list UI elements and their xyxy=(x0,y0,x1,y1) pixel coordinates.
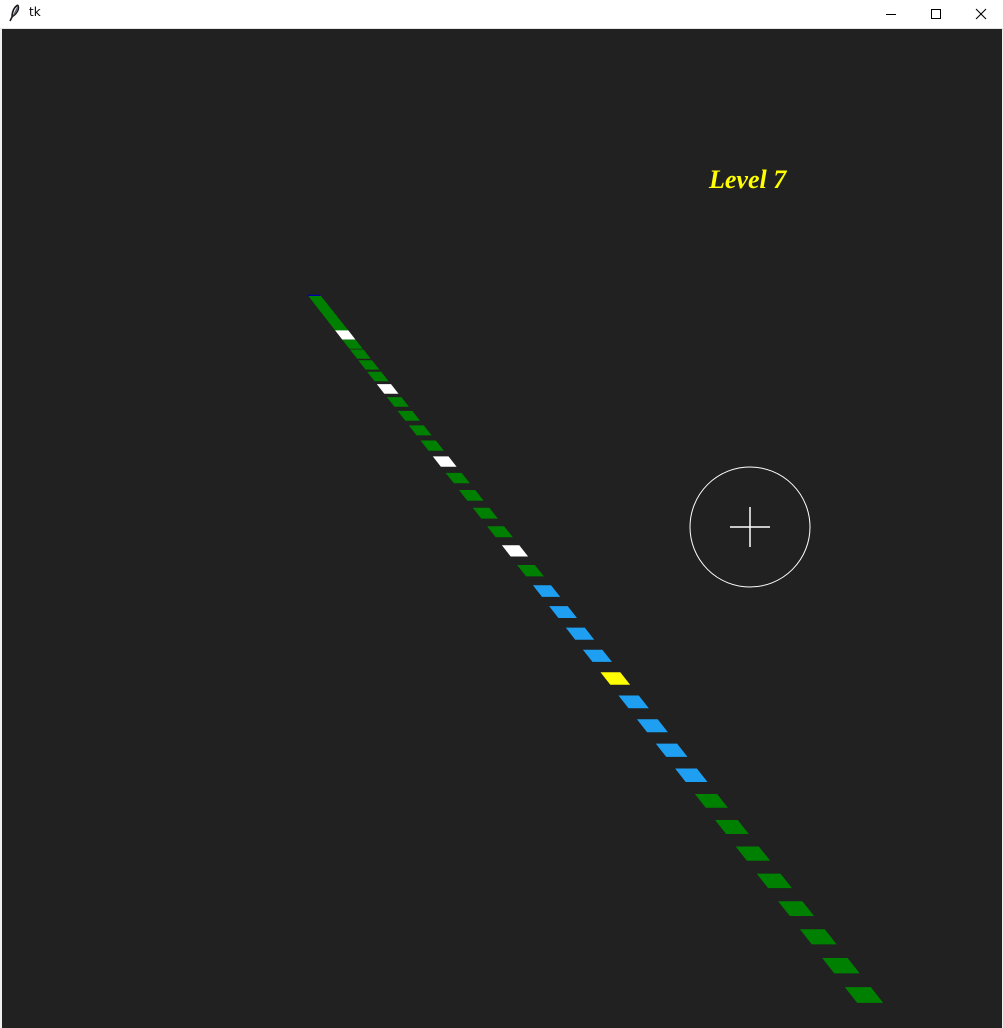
track-tile-green xyxy=(358,360,380,370)
track-tile-green xyxy=(735,846,771,861)
maximize-icon xyxy=(930,9,941,19)
track-tile-green xyxy=(420,440,444,451)
track-tile-blue xyxy=(565,627,595,640)
track-tile-white xyxy=(501,545,529,557)
game-stage xyxy=(307,294,884,1003)
track-tile-green xyxy=(694,794,728,808)
track-tile-green xyxy=(328,322,349,332)
close-button[interactable] xyxy=(958,0,1003,28)
track-tile-green xyxy=(778,901,815,916)
track-tile-green xyxy=(822,958,860,974)
track-tile-green xyxy=(445,472,470,484)
minimize-button[interactable] xyxy=(868,0,913,28)
window-title: tk xyxy=(29,5,41,19)
track-tile-green xyxy=(517,565,544,577)
close-icon xyxy=(975,8,986,20)
game-canvas[interactable]: Level 7 xyxy=(2,29,1002,1028)
track-tile-blue xyxy=(655,743,688,757)
track-tile-white xyxy=(335,330,356,340)
minimize-icon xyxy=(885,14,896,15)
feather-icon xyxy=(8,4,22,22)
track-tile-blue xyxy=(582,649,612,662)
tile-track xyxy=(307,294,884,1003)
track-tile-blue xyxy=(549,606,577,618)
track-tile-green xyxy=(349,349,371,359)
track-tile-green xyxy=(459,490,484,501)
track-tile-white xyxy=(432,456,457,467)
track-tile-blue xyxy=(636,719,668,733)
maximize-button[interactable] xyxy=(913,0,958,28)
track-tile-yellow xyxy=(600,672,631,685)
title-bar[interactable]: tk xyxy=(0,0,1003,29)
track-tile-blue xyxy=(532,585,561,597)
track-tile-white xyxy=(376,384,399,394)
track-tile-green xyxy=(342,339,363,349)
track-tile-green xyxy=(367,371,389,382)
track-tile-blue xyxy=(618,695,649,709)
track-tile-green xyxy=(386,397,409,407)
track-tile-green xyxy=(715,820,749,834)
track-tile-green xyxy=(844,987,884,1003)
track-tile-green xyxy=(756,873,792,889)
crosshair-target[interactable] xyxy=(689,466,811,588)
track-tile-blue xyxy=(675,768,708,782)
track-tile-green xyxy=(472,507,498,519)
track-tile-green xyxy=(408,425,432,436)
track-tile-green xyxy=(397,410,421,421)
track-tile-green xyxy=(799,929,837,945)
track-tile-green xyxy=(487,526,513,538)
